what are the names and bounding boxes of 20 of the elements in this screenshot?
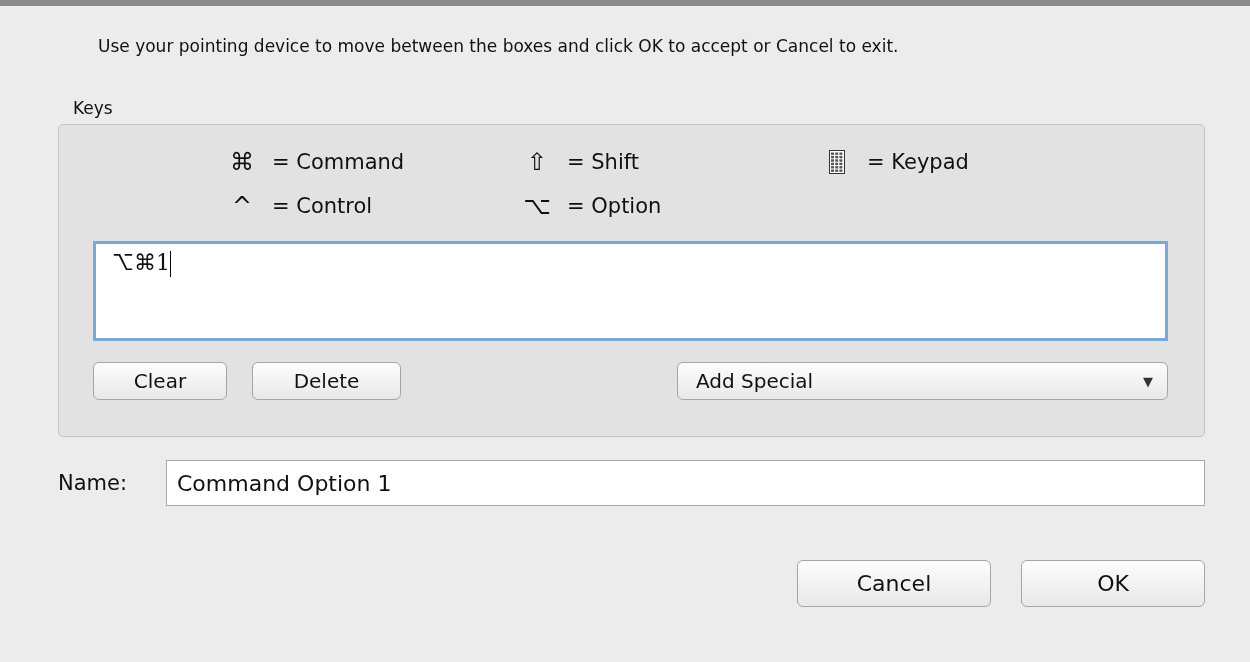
name-label: Name: xyxy=(58,471,129,495)
keypad-icon xyxy=(829,150,845,174)
dialog-button[interactable]: Cancel xyxy=(797,560,991,607)
shortcut-field[interactable]: ⌥⌘1 xyxy=(93,241,1168,341)
action-button[interactable]: Delete xyxy=(252,362,401,400)
name-field[interactable]: Command Option 1 xyxy=(166,460,1205,506)
key-symbol: ⇧ xyxy=(525,148,549,176)
instruction-text: Use your pointing device to move between the boxes and click OK to accept or Cancel to exit. xyxy=(98,36,900,56)
add-special-dropdown[interactable]: Add Special ▼ xyxy=(677,362,1168,400)
key-symbol: ⌘ xyxy=(229,148,255,176)
dialog-button[interactable]: OK xyxy=(1021,560,1205,607)
legend-label: = Option xyxy=(567,194,662,218)
legend-label: = Control xyxy=(272,194,373,218)
key-symbol: ⌥ xyxy=(522,192,552,220)
group-label: Keys xyxy=(73,98,114,118)
action-button[interactable]: Clear xyxy=(93,362,227,400)
legend-label: = Command xyxy=(272,150,405,174)
legend-label: = Keypad xyxy=(867,150,969,174)
legend-label: = Shift xyxy=(567,150,639,174)
key-symbol: ^ xyxy=(230,192,254,220)
